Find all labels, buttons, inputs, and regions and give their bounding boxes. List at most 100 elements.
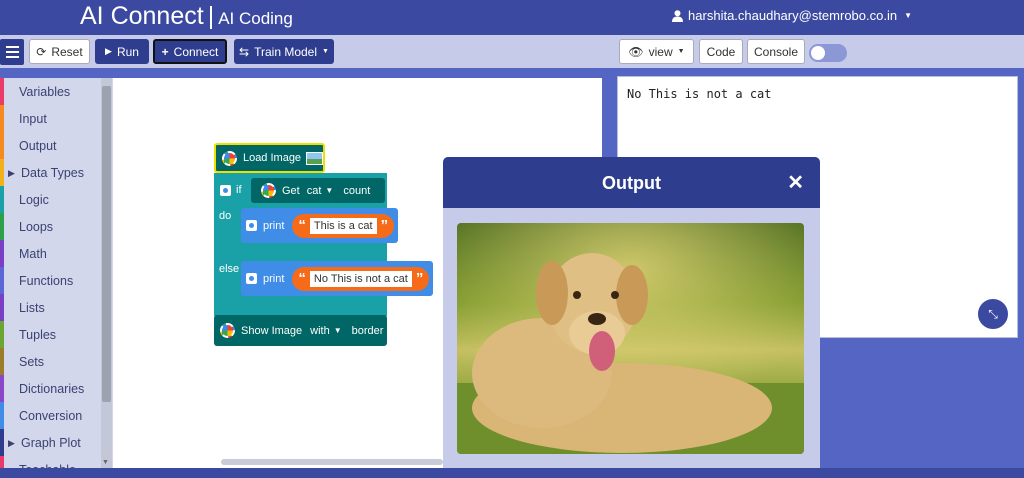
show-image-block[interactable]: Show Image with ▼ border <box>214 315 387 346</box>
get-target-dropdown[interactable]: cat ▼ <box>307 185 334 197</box>
console-label: Console <box>753 44 799 59</box>
category-color-bar <box>0 321 4 348</box>
text-literal[interactable]: “ No This is not a cat ” <box>292 266 430 291</box>
category-label: Sets <box>19 355 45 369</box>
plus-icon: + <box>161 44 169 59</box>
connect-label: Connect <box>173 44 219 59</box>
gear-icon[interactable] <box>220 184 231 196</box>
category-color-bar <box>0 186 4 213</box>
category-label: Math <box>19 247 47 261</box>
chevron-right-icon[interactable]: ▶ <box>8 159 15 188</box>
category-label: Input <box>19 112 47 126</box>
play-icon: ▶ <box>105 46 112 56</box>
view-dropdown[interactable]: 👁 view ▼ <box>619 39 694 64</box>
category-color-bar <box>0 105 4 132</box>
category-item[interactable]: Lists <box>0 294 113 321</box>
train-model-label: Train Model <box>254 44 318 59</box>
scroll-down-icon[interactable]: ▼ <box>102 459 109 466</box>
print-else-block[interactable]: print “ No This is not a cat ” <box>241 261 433 296</box>
brand-subtitle: AI Coding <box>218 9 293 28</box>
category-color-bar <box>0 375 4 402</box>
category-item[interactable]: Teachable <box>0 456 113 468</box>
chevron-down-icon: ▼ <box>904 11 912 20</box>
output-modal: Output ✕ <box>443 157 820 478</box>
category-item[interactable]: Functions <box>0 267 113 294</box>
category-item[interactable]: Logic <box>0 186 113 213</box>
category-label: Graph Plot <box>21 436 81 450</box>
connect-button[interactable]: + Connect <box>153 39 227 64</box>
category-item[interactable]: Dictionaries <box>0 375 113 402</box>
console-button[interactable]: Console <box>747 39 805 64</box>
category-item[interactable]: Loops <box>0 213 113 240</box>
print-else-text[interactable]: No This is not a cat <box>309 270 412 287</box>
refresh-icon: ⟳ <box>36 44 47 59</box>
print-label: print <box>263 219 285 232</box>
category-label: Dictionaries <box>19 382 85 396</box>
load-image-block[interactable]: Load Image <box>214 143 325 173</box>
hamburger-menu-button[interactable] <box>0 39 24 65</box>
train-model-dropdown[interactable]: ⇆ Train Model ▼ <box>234 39 334 64</box>
category-item[interactable]: Variables <box>0 78 113 105</box>
category-color-bar <box>0 456 4 468</box>
category-item[interactable]: Tuples <box>0 321 113 348</box>
output-image <box>457 223 804 454</box>
eye-icon: 👁 <box>628 44 644 59</box>
show-image-label: Show Image <box>241 324 303 337</box>
console-toggle[interactable] <box>809 44 847 62</box>
text-literal[interactable]: “ This is a cat ” <box>292 213 395 238</box>
category-color-bar <box>0 402 4 429</box>
block-categories-sidebar: Variables Input Output ▶ Data Types Logic Loop… <box>0 78 113 468</box>
quote-open-icon: “ <box>298 217 306 234</box>
modal-header: Output ✕ <box>443 157 820 208</box>
category-item[interactable]: Sets <box>0 348 113 375</box>
count-label: count <box>343 184 371 197</box>
category-color-bar <box>0 294 4 321</box>
category-label: Conversion <box>19 409 83 423</box>
toolbar: ⟳ Reset ▶ Run + Connect ⇆ Train Model ▼ … <box>0 35 1024 68</box>
category-item[interactable]: ▶ Graph Plot <box>0 429 113 456</box>
run-button[interactable]: ▶ Run <box>95 39 149 64</box>
exit-fullscreen-button[interactable]: ⤡ <box>976 297 1010 331</box>
category-color-bar <box>0 213 4 240</box>
category-color-bar <box>0 348 4 375</box>
category-list: Variables Input Output ▶ Data Types Logic Loop… <box>0 78 113 468</box>
brand-separator: | <box>207 2 215 30</box>
code-label: Code <box>706 44 736 59</box>
user-menu[interactable]: harshita.chaudhary@stemrobo.co.in ▼ <box>672 8 912 23</box>
print-then-block[interactable]: print “ This is a cat ” <box>241 208 398 243</box>
gear-icon[interactable] <box>246 220 257 231</box>
category-item[interactable]: ▶ Data Types <box>0 159 113 186</box>
category-label: Tuples <box>19 328 57 342</box>
ai-icon <box>261 183 276 198</box>
category-item[interactable]: Math <box>0 240 113 267</box>
console-output-text: No This is not a cat <box>627 87 772 101</box>
load-image-label: Load Image <box>242 152 302 164</box>
category-item[interactable]: Conversion <box>0 402 113 429</box>
code-button[interactable]: Code <box>699 39 743 64</box>
sidebar-scrollbar[interactable]: ▼ <box>101 78 112 468</box>
get-count-block[interactable]: Get cat ▼ count <box>251 178 385 203</box>
chevron-right-icon[interactable]: ▶ <box>8 429 15 458</box>
if-label: if <box>236 184 242 196</box>
category-item[interactable]: Output <box>0 132 113 159</box>
category-label: Lists <box>19 301 45 315</box>
image-icon[interactable] <box>306 151 323 165</box>
category-color-bar <box>0 240 4 267</box>
reset-button[interactable]: ⟳ Reset <box>29 39 90 64</box>
gear-icon[interactable] <box>246 273 257 284</box>
scrollbar-thumb[interactable] <box>102 86 111 402</box>
category-color-bar <box>0 267 4 294</box>
quote-close-icon: ” <box>415 270 424 287</box>
category-label: Variables <box>19 85 71 99</box>
show-option-dropdown[interactable]: with ▼ <box>310 325 341 337</box>
run-label: Run <box>116 44 139 59</box>
print-then-text[interactable]: This is a cat <box>309 217 377 234</box>
close-icon[interactable]: ✕ <box>787 170 804 195</box>
category-item[interactable]: Input <box>0 105 113 132</box>
workspace-horizontal-scrollbar[interactable] <box>221 459 443 465</box>
bottom-bar <box>0 468 1024 478</box>
category-label: Data Types <box>21 166 85 180</box>
chevron-down-icon: ▼ <box>677 48 685 55</box>
user-icon <box>672 9 684 22</box>
app-brand: AI Connect | AI Coding <box>80 2 293 31</box>
